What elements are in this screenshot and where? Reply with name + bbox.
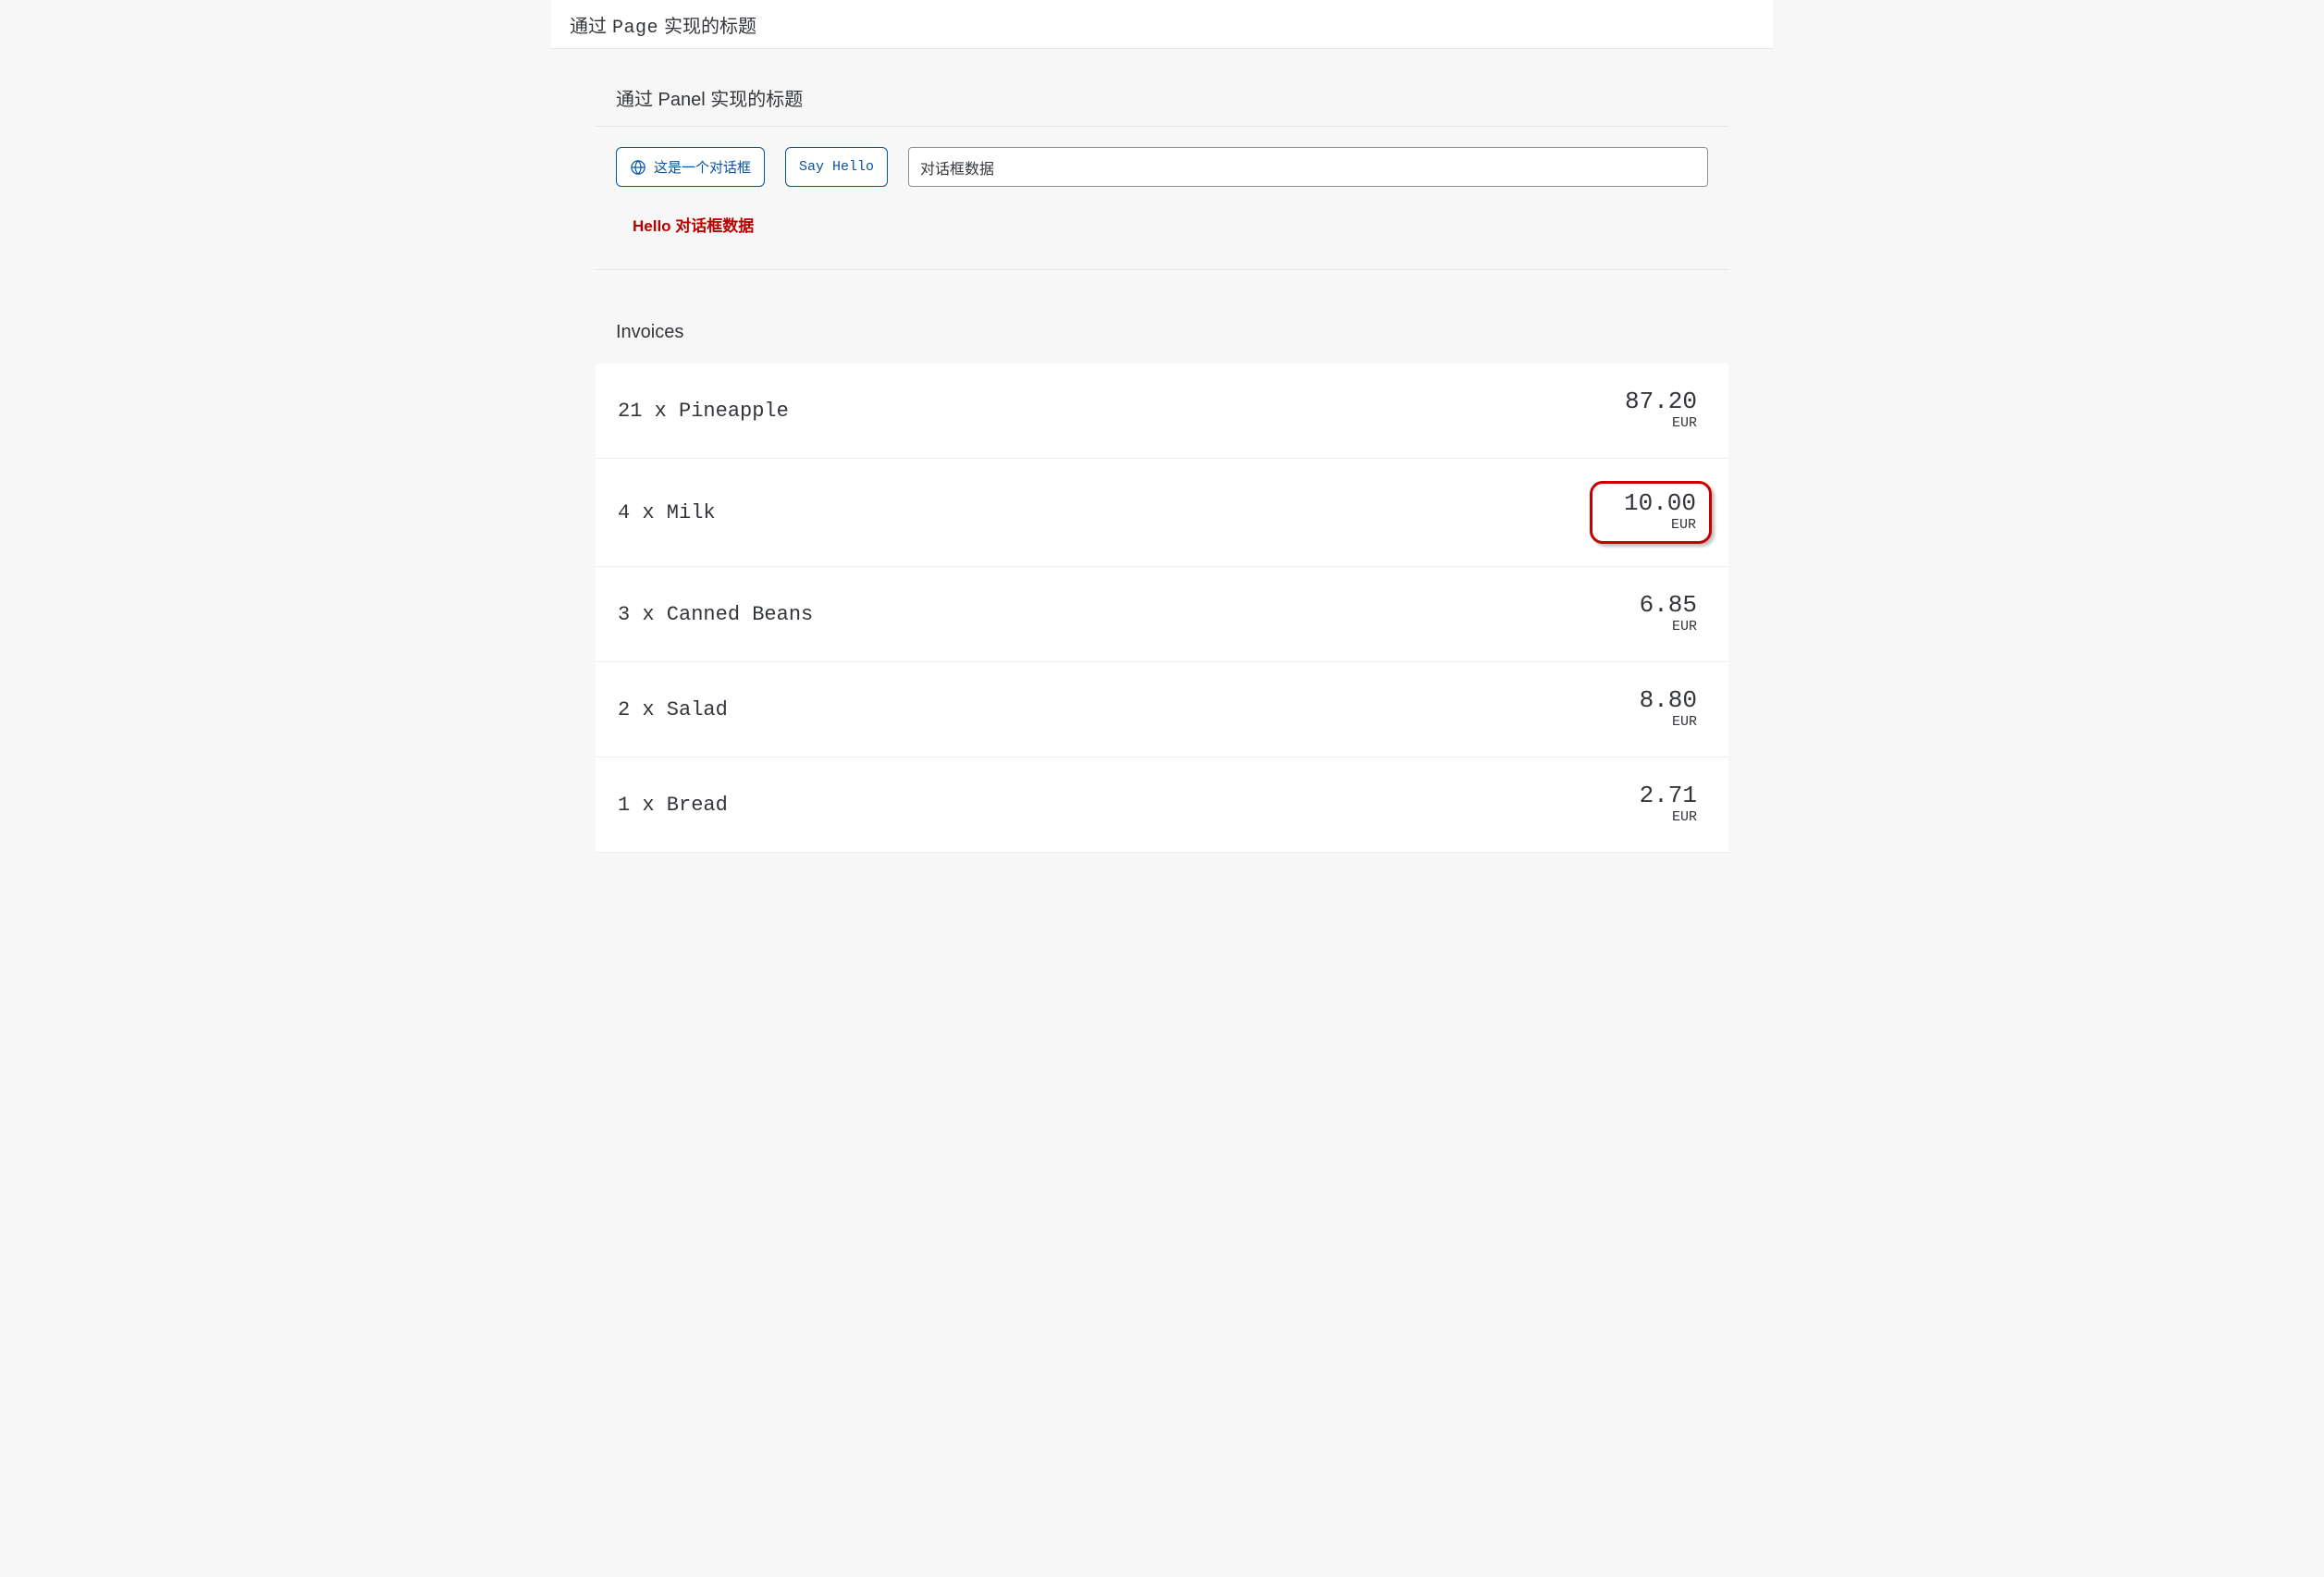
panel-divider-bottom [596,269,1728,270]
page-header: 通过 Page 实现的标题 [551,0,1773,49]
panel-divider-top [596,126,1728,127]
panel-toolbar: 这是一个对话框 Say Hello [596,147,1728,213]
invoice-price: 6.85 EUR [1630,589,1706,639]
say-hello-button[interactable]: Say Hello [785,147,888,187]
panel-title: 通过 Panel 实现的标题 [616,84,1708,111]
page-title-part-3: 实现的标题 [664,11,756,38]
invoice-item-desc: 3 x Canned Beans [618,603,813,626]
invoice-amount: 10.00 [1624,491,1696,515]
globe-icon [630,159,646,176]
open-dialog-button-label: 这是一个对话框 [654,157,751,177]
invoice-price: 2.71 EUR [1630,780,1706,830]
invoice-row[interactable]: 4 x Milk 10.00 EUR [596,459,1728,567]
invoice-currency: EUR [1640,809,1697,826]
page-title: 通过 Page 实现的标题 [570,11,1754,39]
page-title-part-1: 通过 [570,11,607,38]
invoice-currency: EUR [1640,714,1697,731]
dialog-data-input[interactable] [908,147,1708,187]
invoice-row[interactable]: 3 x Canned Beans 6.85 EUR [596,567,1728,662]
invoice-row[interactable]: 1 x Bread 2.71 EUR [596,758,1728,853]
page-title-part-2: Page [612,18,658,39]
invoice-item-desc: 1 x Bread [618,794,728,817]
invoice-price-highlight: 10.00 EUR [1590,481,1712,544]
invoice-price: 87.20 EUR [1616,386,1706,436]
page-root: 通过 Page 实现的标题 通过 Panel 实现的标题 这是一个对话框 Say… [551,0,1773,853]
invoices-title: Invoices [616,322,1708,343]
invoice-price: 8.80 EUR [1630,684,1706,734]
invoice-item-desc: 2 x Salad [618,698,728,721]
invoice-item-desc: 4 x Milk [618,501,716,524]
invoice-currency: EUR [1640,619,1697,635]
invoice-amount: 6.85 [1640,593,1697,617]
invoice-amount: 2.71 [1640,783,1697,807]
invoice-item-desc: 21 x Pineapple [618,400,789,423]
invoices-list: 21 x Pineapple87.20EUR4 x Milk10.00EUR3 … [596,363,1728,853]
hello-output: Hello 对话框数据 [596,213,1728,269]
invoice-row[interactable]: 21 x Pineapple 87.20 EUR [596,363,1728,459]
invoice-currency: EUR [1624,517,1696,534]
say-hello-button-label: Say Hello [799,159,874,175]
invoice-currency: EUR [1625,415,1697,432]
open-dialog-button[interactable]: 这是一个对话框 [616,147,765,187]
panel: 通过 Panel 实现的标题 这是一个对话框 Say Hello Hello 对… [551,49,1773,853]
invoice-row[interactable]: 2 x Salad 8.80 EUR [596,662,1728,758]
invoice-amount: 8.80 [1640,688,1697,712]
invoice-amount: 87.20 [1625,389,1697,413]
